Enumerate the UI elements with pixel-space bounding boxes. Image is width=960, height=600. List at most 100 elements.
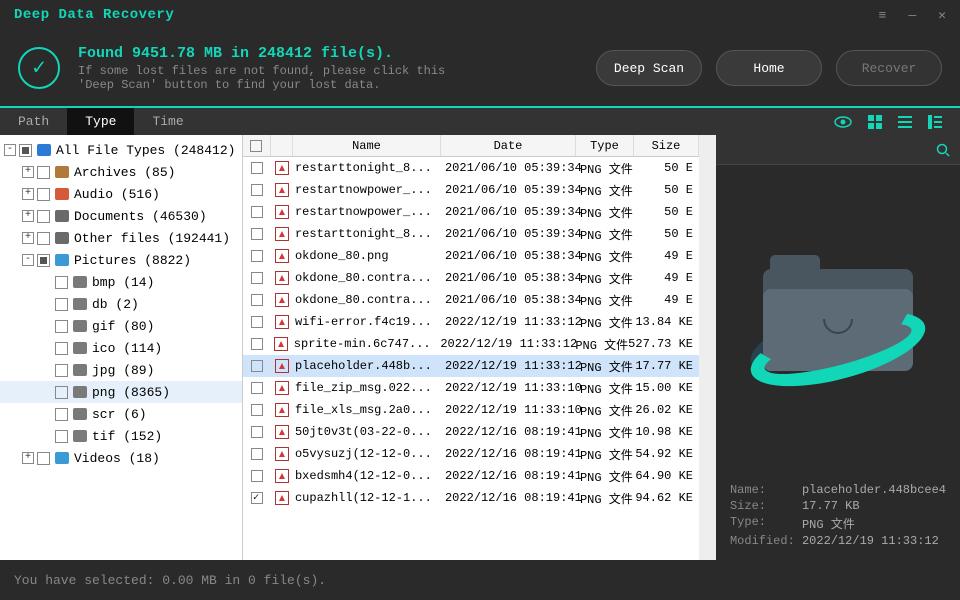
row-checkbox[interactable]: [251, 294, 263, 306]
tree-item[interactable]: png (8365): [0, 381, 242, 403]
tree-item[interactable]: +Audio (516): [0, 183, 242, 205]
file-row[interactable]: sprite-min.6c747...2022/12/19 11:33:12PN…: [243, 333, 699, 355]
expand-icon[interactable]: +: [22, 232, 34, 244]
file-row[interactable]: restartnowpower_...2021/06/10 05:39:34PN…: [243, 201, 699, 223]
tree-checkbox[interactable]: [55, 298, 68, 311]
col-type[interactable]: Type: [576, 135, 634, 156]
expand-icon[interactable]: +: [22, 452, 34, 464]
tree-checkbox[interactable]: [37, 452, 50, 465]
tree-checkbox[interactable]: [55, 276, 68, 289]
tree-item[interactable]: -Pictures (8822): [0, 249, 242, 271]
tree-checkbox[interactable]: [55, 408, 68, 421]
file-rows[interactable]: restarttonight_8...2021/06/10 05:39:34PN…: [243, 157, 699, 560]
file-row[interactable]: okdone_80.png2021/06/10 05:38:34PNG 文件49…: [243, 245, 699, 267]
file-row[interactable]: wifi-error.f4c19...2022/12/19 11:33:12PN…: [243, 311, 699, 333]
row-checkbox[interactable]: [251, 360, 263, 372]
col-name[interactable]: Name: [293, 135, 441, 156]
tree-item[interactable]: jpg (89): [0, 359, 242, 381]
tree-item[interactable]: +Videos (18): [0, 447, 242, 469]
file-row[interactable]: file_zip_msg.022...2022/12/19 11:33:10PN…: [243, 377, 699, 399]
tree-checkbox[interactable]: [37, 188, 50, 201]
col-checkbox[interactable]: [243, 135, 271, 156]
collapse-icon[interactable]: -: [4, 144, 16, 156]
file-row[interactable]: placeholder.448b...2022/12/19 11:33:12PN…: [243, 355, 699, 377]
tree-item[interactable]: +Documents (46530): [0, 205, 242, 227]
file-row[interactable]: okdone_80.contra...2021/06/10 05:38:34PN…: [243, 267, 699, 289]
file-date: 2022/12/16 08:19:41: [441, 447, 576, 461]
tree-item[interactable]: db (2): [0, 293, 242, 315]
file-row[interactable]: cupazhll(12-12-1...2022/12/16 08:19:41PN…: [243, 487, 699, 509]
tree-checkbox[interactable]: [55, 386, 68, 399]
row-checkbox[interactable]: [251, 404, 263, 416]
row-checkbox[interactable]: [251, 316, 263, 328]
tree-item[interactable]: ico (114): [0, 337, 242, 359]
row-checkbox[interactable]: [251, 272, 263, 284]
recover-button[interactable]: Recover: [836, 50, 942, 86]
file-name: sprite-min.6c747...: [292, 337, 437, 351]
file-row[interactable]: o5vysuzj(12-12-0...2022/12/16 08:19:41PN…: [243, 443, 699, 465]
tree-item[interactable]: -All File Types (248412): [0, 139, 242, 161]
col-date[interactable]: Date: [441, 135, 576, 156]
list-icon[interactable]: [898, 115, 912, 129]
search-input[interactable]: [726, 142, 936, 157]
deep-scan-button[interactable]: Deep Scan: [596, 50, 702, 86]
tree-checkbox[interactable]: [19, 144, 32, 157]
expand-icon[interactable]: +: [22, 210, 34, 222]
expand-icon[interactable]: +: [22, 188, 34, 200]
tree-checkbox[interactable]: [37, 254, 50, 267]
tab-time[interactable]: Time: [134, 108, 201, 135]
grid-icon[interactable]: [868, 115, 882, 129]
tree-checkbox[interactable]: [55, 320, 68, 333]
file-row[interactable]: bxedsmh4(12-12-0...2022/12/16 08:19:41PN…: [243, 465, 699, 487]
folder-icon: [758, 249, 918, 389]
file-row[interactable]: restarttonight_8...2021/06/10 05:39:34PN…: [243, 223, 699, 245]
file-row[interactable]: restartnowpower_...2021/06/10 05:39:34PN…: [243, 179, 699, 201]
row-checkbox[interactable]: [251, 448, 263, 460]
tree-item[interactable]: tif (152): [0, 425, 242, 447]
menu-icon[interactable]: ≡: [879, 8, 887, 23]
row-checkbox[interactable]: [251, 162, 263, 174]
sidebar-tree[interactable]: -All File Types (248412)+Archives (85)+A…: [0, 135, 242, 560]
row-checkbox[interactable]: [251, 206, 263, 218]
collapse-icon[interactable]: -: [22, 254, 34, 266]
tree-checkbox[interactable]: [55, 342, 68, 355]
png-file-icon: [275, 359, 289, 373]
file-date: 2022/12/16 08:19:41: [441, 425, 576, 439]
row-checkbox[interactable]: [251, 382, 263, 394]
row-checkbox[interactable]: [251, 250, 263, 262]
row-checkbox[interactable]: [251, 338, 263, 350]
tree-checkbox[interactable]: [55, 430, 68, 443]
file-size: 13.84 KE: [634, 315, 699, 329]
file-size: 26.02 KE: [634, 403, 699, 417]
tab-path[interactable]: Path: [0, 108, 67, 135]
tree-item[interactable]: bmp (14): [0, 271, 242, 293]
tree-item[interactable]: gif (80): [0, 315, 242, 337]
tree-item[interactable]: +Archives (85): [0, 161, 242, 183]
minimize-icon[interactable]: —: [908, 8, 916, 23]
close-icon[interactable]: ✕: [938, 8, 946, 23]
file-row[interactable]: okdone_80.contra...2021/06/10 05:38:34PN…: [243, 289, 699, 311]
file-row[interactable]: 50jt0v3t(03-22-0...2022/12/16 08:19:41PN…: [243, 421, 699, 443]
tree-item[interactable]: +Other files (192441): [0, 227, 242, 249]
expand-icon[interactable]: +: [22, 166, 34, 178]
tree-checkbox[interactable]: [55, 364, 68, 377]
tree-checkbox[interactable]: [37, 210, 50, 223]
row-checkbox[interactable]: [251, 426, 263, 438]
tree-checkbox[interactable]: [37, 166, 50, 179]
tree-item[interactable]: scr (6): [0, 403, 242, 425]
eye-icon[interactable]: [834, 115, 852, 129]
scrollbar[interactable]: [699, 135, 716, 560]
tab-type[interactable]: Type: [67, 108, 134, 135]
home-button[interactable]: Home: [716, 50, 822, 86]
row-checkbox[interactable]: [251, 470, 263, 482]
tree-checkbox[interactable]: [37, 232, 50, 245]
row-checkbox[interactable]: [251, 228, 263, 240]
file-name: okdone_80.png: [293, 249, 441, 263]
file-row[interactable]: restarttonight_8...2021/06/10 05:39:34PN…: [243, 157, 699, 179]
search-icon[interactable]: [936, 143, 950, 157]
row-checkbox[interactable]: [251, 184, 263, 196]
detail-icon[interactable]: [928, 115, 942, 129]
row-checkbox[interactable]: [251, 492, 263, 504]
file-row[interactable]: file_xls_msg.2a0...2022/12/19 11:33:10PN…: [243, 399, 699, 421]
col-size[interactable]: Size: [634, 135, 699, 156]
